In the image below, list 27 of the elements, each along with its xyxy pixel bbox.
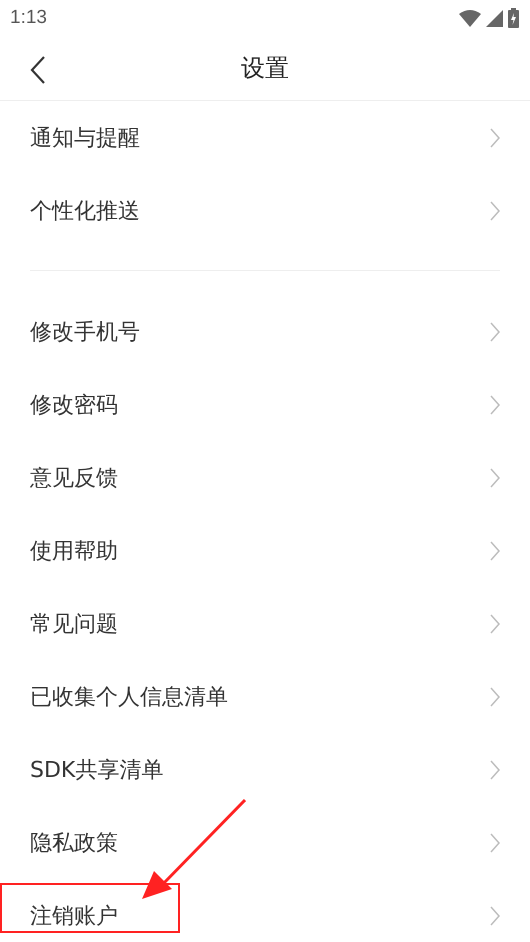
settings-item[interactable]: 已收集个人信息清单 [30,682,228,712]
chevron-icon [490,906,500,926]
chevron-icon [490,540,500,560]
settings-item[interactable]: 修改手机号 [30,316,140,346]
wifi-icon [459,9,481,27]
chevron-icon [490,468,500,488]
chevron-icon [490,322,500,342]
settings-item[interactable]: 使用帮助 [30,536,118,566]
settings-item[interactable]: 个性化推送 [30,196,140,226]
settings-item[interactable]: 常见问题 [30,608,118,638]
chevron-icon [490,200,500,220]
settings-item[interactable]: 意见反馈 [30,462,118,492]
settings-item[interactable]: 注销账户 [30,900,118,930]
chevron-icon [490,394,500,414]
chevron-icon [490,128,500,148]
chevron-icon [490,614,500,634]
chevron-icon [490,686,500,706]
settings-item[interactable]: 隐私政策 [30,828,118,858]
settings-item[interactable]: 修改密码 [30,390,118,420]
status-time: 1:13 [10,7,47,29]
settings-item[interactable]: 通知与提醒 [30,122,140,152]
battery-icon [508,8,519,28]
settings-item[interactable]: SDK共享清单 [30,754,164,784]
page-title: 设置 [241,53,289,84]
signal-icon [486,10,503,26]
chevron-icon [490,760,500,780]
chevron-icon [490,832,500,852]
